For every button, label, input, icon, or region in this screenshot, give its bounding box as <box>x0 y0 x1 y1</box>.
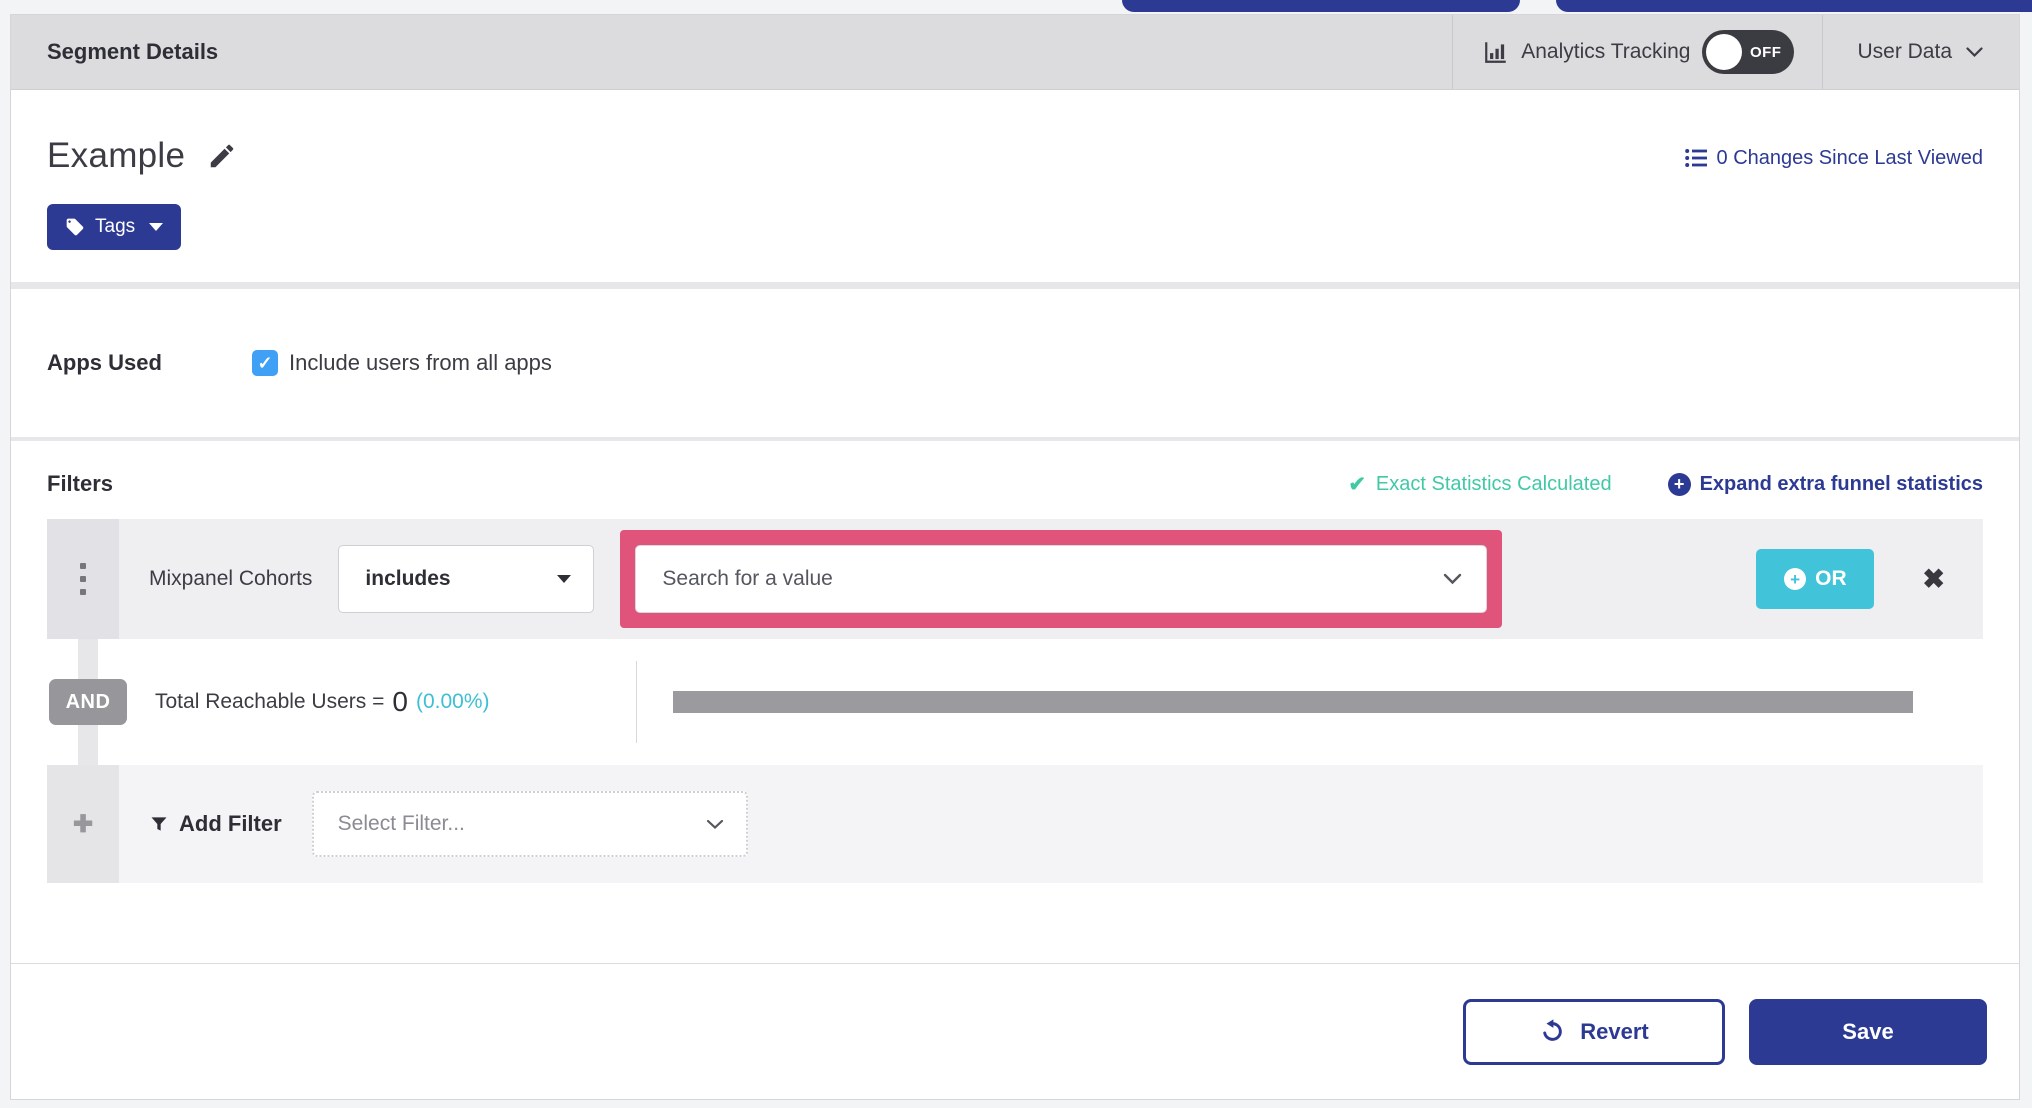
value-select-placeholder: Search for a value <box>662 567 833 590</box>
value-search-select[interactable]: Search for a value <box>635 545 1488 613</box>
segment-details-card: Segment Details Analytics Tracking OFF U… <box>10 14 2020 1100</box>
select-filter-placeholder: Select Filter... <box>337 812 465 835</box>
user-data-label: User Data <box>1857 40 1952 63</box>
filter-field-label: Mixpanel Cohorts <box>149 567 313 590</box>
drag-dot-icon <box>80 563 86 569</box>
add-filter-row: ✚ Add Filter Select Filter... <box>47 765 1983 883</box>
plus-icon: ✚ <box>72 810 94 838</box>
reachable-users-bar <box>673 691 1913 713</box>
segment-details-header: Segment Details Analytics Tracking OFF U… <box>11 15 2019 90</box>
operator-value: includes <box>365 567 451 590</box>
reachable-users-value: 0 <box>392 686 408 717</box>
changes-since-last-viewed-link[interactable]: 0 Changes Since Last Viewed <box>1684 146 1983 170</box>
caret-down-icon <box>557 575 572 583</box>
segment-name: Example <box>47 136 186 175</box>
add-filter-label: Add Filter <box>179 811 282 836</box>
chevron-down-icon <box>1444 573 1462 585</box>
bar-chart-icon <box>1483 39 1509 65</box>
expand-funnel-statistics-label: Expand extra funnel statistics <box>1699 472 1983 495</box>
chevron-down-icon <box>706 819 723 829</box>
include-all-apps-checkbox[interactable]: ✓ <box>252 350 278 376</box>
funnel-icon <box>151 817 167 831</box>
revert-icon <box>1543 1019 1562 1041</box>
apps-used-section: Apps Used ✓ Include users from all apps <box>11 289 2019 437</box>
tag-icon <box>66 218 84 236</box>
segment-name-section: Example 0 Changes Since Last Viewed Tags <box>11 90 2019 250</box>
expand-funnel-statistics-link[interactable]: + Expand extra funnel statistics <box>1667 472 1983 496</box>
reachable-users-label: Total Reachable Users = <box>155 690 385 713</box>
footer-actions: Revert Save <box>11 963 2019 1099</box>
tags-button-label: Tags <box>95 216 136 237</box>
analytics-tracking-control: Analytics Tracking OFF <box>1453 15 1822 89</box>
drag-handle[interactable] <box>47 519 119 639</box>
exact-statistics-label: Exact Statistics Calculated <box>1375 472 1612 495</box>
vertical-divider <box>636 661 637 743</box>
drag-dot-icon <box>80 589 86 595</box>
user-data-dropdown[interactable]: User Data <box>1823 15 2019 89</box>
reachable-users-row: AND Total Reachable Users = 0 (0.00%) <box>47 639 1983 765</box>
add-or-condition-button[interactable]: + OR <box>1756 549 1875 609</box>
changes-link-label: 0 Changes Since Last Viewed <box>1716 146 1983 169</box>
page-title: Segment Details <box>47 39 219 64</box>
exact-statistics-status: ✔ Exact Statistics Calculated <box>1348 472 1611 497</box>
analytics-tracking-toggle[interactable]: OFF <box>1702 30 1795 74</box>
top-tab-button-right[interactable] <box>1556 0 2032 12</box>
filters-title: Filters <box>47 471 114 496</box>
toggle-knob <box>1706 34 1743 70</box>
section-divider <box>11 282 2019 289</box>
filter-row: Mixpanel Cohorts includes Search for a v… <box>47 519 1983 639</box>
revert-button[interactable]: Revert <box>1463 998 1725 1065</box>
top-tab-button-left[interactable] <box>1122 0 1520 12</box>
operator-select[interactable]: includes <box>338 545 595 613</box>
apps-used-label: Apps Used <box>47 350 162 375</box>
reachable-users-percent: (0.00%) <box>415 690 490 713</box>
revert-button-label: Revert <box>1580 1018 1649 1044</box>
plus-circle-icon: + <box>1667 472 1691 496</box>
filters-section: Filters ✔ Exact Statistics Calculated + … <box>11 441 2019 883</box>
plus-circle-icon: + <box>1784 568 1807 590</box>
chevron-down-icon <box>1966 46 1983 57</box>
check-icon: ✔ <box>1348 472 1366 496</box>
toggle-state-label: OFF <box>1749 43 1782 61</box>
remove-filter-icon[interactable]: ✖ <box>1922 565 1945 593</box>
drag-dot-icon <box>80 576 86 582</box>
include-all-apps-label: Include users from all apps <box>289 350 552 375</box>
analytics-tracking-label: Analytics Tracking <box>1521 40 1691 63</box>
change-list-icon <box>1684 149 1707 167</box>
and-badge: AND <box>49 679 127 725</box>
checkbox-check-icon: ✓ <box>257 353 273 373</box>
add-filter-plus-strip[interactable]: ✚ <box>47 765 119 883</box>
edit-pencil-icon[interactable] <box>207 141 237 171</box>
save-button[interactable]: Save <box>1749 998 1987 1065</box>
tags-button[interactable]: Tags <box>47 204 182 250</box>
or-button-label: OR <box>1815 567 1847 590</box>
select-filter-dropdown[interactable]: Select Filter... <box>311 791 748 857</box>
caret-down-icon <box>149 223 164 231</box>
value-select-highlight: Search for a value <box>620 530 1503 628</box>
